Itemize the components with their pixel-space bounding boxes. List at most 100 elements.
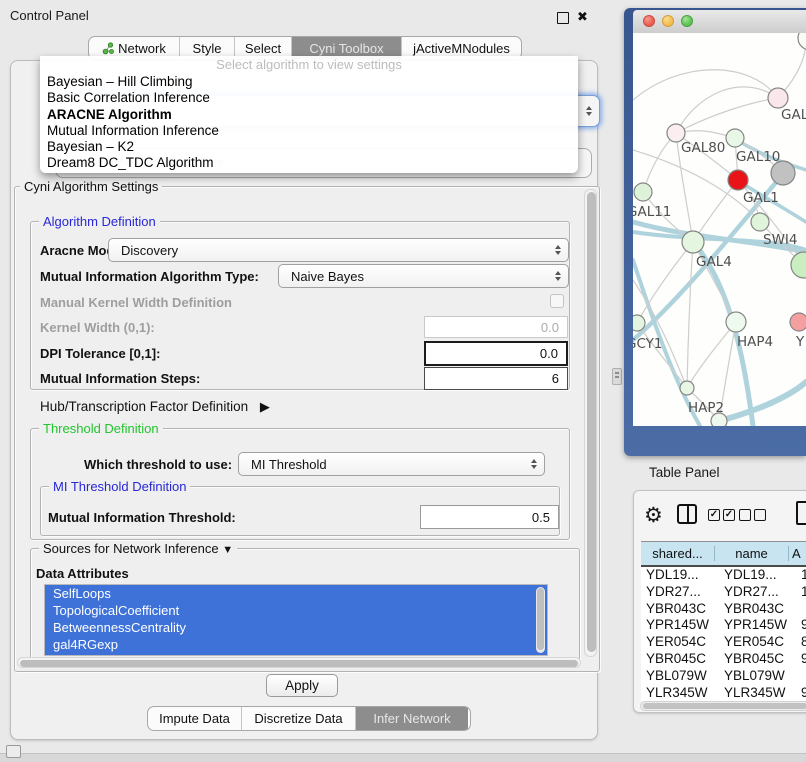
network-node[interactable] [771, 161, 795, 185]
data-attribute-item[interactable]: BetweennessCentrality [45, 619, 547, 636]
combo-stepper-icon [531, 459, 537, 469]
table-row[interactable]: YDL19...YDL19...13 [641, 567, 806, 584]
close-icon[interactable]: ✖ [577, 9, 588, 25]
minimized-panel-icon[interactable] [6, 745, 21, 758]
table-horizontal-scrollbar[interactable] [640, 701, 806, 711]
mi-steps-input[interactable]: 6 [424, 367, 568, 390]
table-row[interactable]: YLR345WYLR345W9. [641, 685, 806, 701]
sources-group-title[interactable]: Sources for Network Inference ▼ [39, 541, 237, 556]
document-icon[interactable] [796, 501, 806, 525]
network-node-gal4[interactable] [682, 231, 704, 253]
table-row[interactable]: YER054CYER054C8. [641, 634, 806, 651]
hide-selected-checkboxes-icon[interactable] [739, 509, 766, 521]
algorithm-option[interactable]: Bayesian – Hill Climbing [40, 74, 578, 90]
tab-infer-network[interactable]: Infer Network [356, 707, 468, 730]
data-attributes-list[interactable]: SelfLoopsTopologicalCoefficientBetweenne… [44, 584, 548, 656]
hub-definition-label: Hub/Transcription Factor Definition [40, 399, 248, 414]
mi-type-value: Naive Bayes [291, 269, 364, 284]
table-cell: YER054C [719, 634, 797, 651]
data-attribute-item[interactable]: TopologicalCoefficient [45, 602, 547, 619]
network-window-titlebar[interactable] [633, 10, 806, 34]
algorithm-option[interactable]: Basic Correlation Inference [40, 90, 578, 106]
table-row[interactable]: YPR145WYPR145W9. [641, 617, 806, 634]
network-node-gal11[interactable] [634, 183, 652, 201]
attributes-scrollbar[interactable] [536, 587, 545, 653]
network-node-hap2[interactable] [680, 381, 694, 395]
data-attribute-item[interactable]: gal4RGexp [45, 636, 547, 653]
network-node[interactable] [711, 413, 727, 426]
table-cell: YDL19... [641, 567, 719, 584]
network-node-swi4[interactable] [751, 213, 769, 231]
kernel-width-value: 0.0 [541, 320, 559, 335]
tab-infer-network-label: Infer Network [373, 711, 450, 726]
which-threshold-combobox[interactable]: MI Threshold [238, 452, 545, 476]
node-label: GAL1 [743, 190, 779, 206]
algorithm-dropdown-popup: Select algorithm to view settings Bayesi… [40, 56, 578, 173]
node-table: shared... name A YDL19...YDL19...13YDR27… [641, 541, 806, 701]
network-node-gal[interactable] [768, 88, 788, 108]
dpi-tolerance-input[interactable]: 0.0 [424, 341, 568, 366]
table-cell [797, 668, 806, 685]
network-node[interactable] [798, 33, 806, 50]
network-node-gal1[interactable] [728, 170, 748, 190]
apply-button[interactable]: Apply [266, 674, 338, 697]
settings-vertical-scrollbar[interactable] [584, 189, 597, 657]
algorithm-option[interactable]: ARACNE Algorithm [40, 107, 578, 123]
kernel-width-label: Kernel Width (0,1): [40, 320, 155, 335]
panel-splitter-handle[interactable] [612, 368, 622, 385]
network-node-y[interactable] [790, 313, 806, 331]
columns-icon[interactable] [677, 504, 697, 524]
column-header-name[interactable]: name [715, 546, 789, 561]
algorithm-definition-title: Algorithm Definition [39, 214, 160, 229]
show-selected-checkboxes-icon[interactable]: ✓✓ [708, 509, 735, 521]
combo-stepper-icon [555, 271, 561, 281]
mi-type-combobox[interactable]: Naive Bayes [278, 264, 569, 288]
manual-kernel-label: Manual Kernel Width Definition [40, 295, 232, 310]
column-header-shared-name[interactable]: shared... [641, 546, 715, 561]
settings-horizontal-scrollbar[interactable] [17, 657, 581, 668]
mi-steps-value: 6 [552, 371, 559, 386]
window-minimize-button[interactable] [662, 15, 674, 27]
algorithm-option[interactable]: Mutual Information Inference [40, 123, 578, 139]
network-window: GALGAL80GAL10GAL1GAL11SWI4GAL4HAP4YGCY1H… [624, 8, 806, 456]
collapse-down-icon: ▼ [222, 544, 233, 556]
table-row[interactable]: YBR045CYBR045C9. [641, 651, 806, 668]
tab-impute-data-label: Impute Data [159, 711, 230, 726]
window-close-button[interactable] [643, 15, 655, 27]
network-node-hap4[interactable] [726, 312, 746, 332]
float-icon[interactable] [557, 12, 569, 24]
combo-stepper-icon [586, 106, 592, 116]
table-cell: YBR043C [641, 601, 719, 618]
window-zoom-button[interactable] [681, 15, 693, 27]
mi-steps-label: Mutual Information Steps: [40, 371, 200, 386]
tab-impute-data[interactable]: Impute Data [148, 707, 242, 730]
gear-icon[interactable]: ⚙ [644, 503, 663, 528]
algorithm-option[interactable]: Bayesian – K2 [40, 139, 578, 155]
table-row[interactable]: YDR27...YDR27...12 [641, 584, 806, 601]
data-attribute-item[interactable]: SelfLoops [45, 585, 547, 602]
network-node[interactable] [791, 252, 806, 278]
tab-discretize-data[interactable]: Discretize Data [242, 707, 356, 730]
algorithm-dropdown-items: Bayesian – Hill ClimbingBasic Correlatio… [40, 74, 578, 172]
hub-definition-expander[interactable]: Hub/Transcription Factor Definition ▶ [40, 399, 270, 415]
column-header-next[interactable]: A [789, 546, 806, 561]
apply-button-label: Apply [285, 678, 319, 693]
network-node-gcy1[interactable] [633, 315, 645, 331]
kernel-width-input[interactable]: 0.0 [424, 316, 568, 338]
node-label: GAL [781, 107, 806, 123]
node-label: GAL11 [633, 204, 671, 220]
network-canvas[interactable]: GALGAL80GAL10GAL1GAL11SWI4GAL4HAP4YGCY1H… [633, 33, 806, 426]
threshold-definition-title: Threshold Definition [39, 421, 163, 436]
table-cell: YDR27... [641, 584, 719, 601]
algorithm-option[interactable]: Dream8 DC_TDC Algorithm [40, 155, 578, 171]
status-strip [0, 753, 806, 762]
manual-kernel-checkbox[interactable] [550, 294, 564, 308]
mi-threshold-input[interactable]: 0.5 [420, 505, 559, 529]
aracne-mode-combobox[interactable]: Discovery [108, 238, 569, 262]
table-row[interactable]: YBR043CYBR043C [641, 601, 806, 618]
table-cell: YLR345W [641, 685, 719, 701]
table-row[interactable]: YBL079WYBL079W [641, 668, 806, 685]
mi-threshold-value: 0.5 [532, 510, 550, 525]
network-node-gal10[interactable] [726, 129, 744, 147]
tab-cyni-toolbox-label: Cyni Toolbox [309, 41, 383, 56]
